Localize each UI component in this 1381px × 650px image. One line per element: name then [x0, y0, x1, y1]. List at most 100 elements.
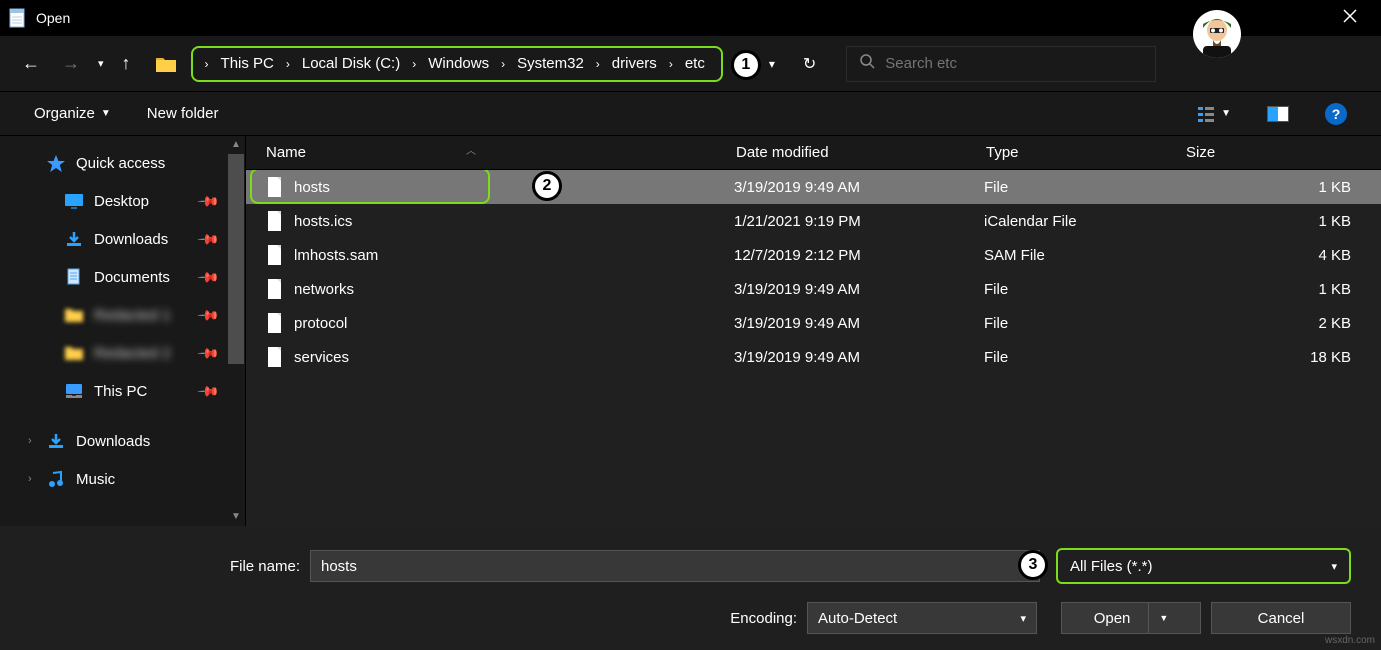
downloads-icon: [64, 230, 84, 248]
sidebar-item-redacted[interactable]: Redacted 1 📌: [0, 296, 245, 334]
crumb-windows[interactable]: Windows: [422, 53, 495, 74]
file-date: 12/7/2019 2:12 PM: [734, 247, 984, 264]
this-pc-icon: [64, 382, 84, 400]
col-type[interactable]: Type: [986, 144, 1186, 161]
new-folder-button[interactable]: New folder: [147, 105, 219, 122]
sidebar-quick-access[interactable]: Quick access: [0, 144, 245, 182]
file-type: File: [984, 315, 1184, 332]
file-size: 1 KB: [1184, 281, 1381, 298]
sidebar-item-desktop[interactable]: Desktop 📌: [0, 182, 245, 220]
scroll-thumb[interactable]: [228, 154, 244, 364]
folder-icon: [64, 306, 84, 324]
file-row[interactable]: hosts3/19/2019 9:49 AMFile1 KB2: [246, 170, 1381, 204]
chevron-right-icon: ›: [410, 57, 418, 71]
chevron-down-icon: ▾: [1020, 612, 1026, 625]
file-icon: [266, 346, 284, 368]
sidebar-label: Redacted 2: [94, 345, 171, 362]
crumb-system32[interactable]: System32: [511, 53, 590, 74]
file-type: File: [984, 179, 1184, 196]
annotation-2: 2: [532, 171, 562, 201]
file-list: hosts3/19/2019 9:49 AMFile1 KB2hosts.ics…: [246, 170, 1381, 526]
filter-value: All Files (*.*): [1070, 558, 1153, 575]
sidebar-section-downloads[interactable]: › Downloads: [0, 422, 245, 460]
file-row[interactable]: services3/19/2019 9:49 AMFile18 KB: [246, 340, 1381, 374]
view-icon: [1197, 105, 1215, 123]
col-name[interactable]: Name︿: [266, 144, 736, 161]
file-type: SAM File: [984, 247, 1184, 264]
view-options[interactable]: ▼: [1197, 105, 1231, 123]
sidebar-section-music[interactable]: › Music: [0, 460, 245, 498]
window-title: Open: [36, 10, 70, 26]
toolbar: Organize ▼ New folder ▼ ?: [0, 92, 1381, 136]
file-icon: [266, 176, 284, 198]
file-size: 1 KB: [1184, 179, 1381, 196]
col-date[interactable]: Date modified: [736, 144, 986, 161]
chevron-down-icon: ▼: [1221, 108, 1231, 119]
sidebar-scrollbar[interactable]: ▲ ▼: [227, 136, 245, 526]
help-button[interactable]: ?: [1325, 103, 1347, 125]
sidebar-item-redacted[interactable]: Redacted 2 📌: [0, 334, 245, 372]
encoding-value: Auto-Detect: [818, 610, 897, 627]
sidebar-label: Downloads: [76, 433, 150, 450]
scroll-up-icon[interactable]: ▲: [227, 136, 245, 154]
file-row[interactable]: lmhosts.sam12/7/2019 2:12 PMSAM File4 KB: [246, 238, 1381, 272]
col-size[interactable]: Size: [1186, 144, 1381, 161]
file-row[interactable]: networks3/19/2019 9:49 AMFile1 KB: [246, 272, 1381, 306]
avatar-icon: [1193, 10, 1241, 58]
downloads-icon: [46, 432, 66, 450]
organize-menu[interactable]: Organize ▼: [34, 105, 111, 122]
open-split-dropdown[interactable]: ▼: [1148, 603, 1168, 633]
file-name: networks: [294, 281, 734, 298]
file-date: 3/19/2019 9:49 AM: [734, 315, 984, 332]
chevron-right-icon: ›: [284, 57, 292, 71]
scroll-down-icon[interactable]: ▼: [227, 508, 245, 526]
address-dropdown[interactable]: ▾: [761, 53, 783, 75]
sidebar-label: Redacted 1: [94, 307, 171, 324]
encoding-label: Encoding:: [730, 610, 797, 627]
file-icon: [266, 312, 284, 334]
file-name: protocol: [294, 315, 734, 332]
refresh-button[interactable]: ↻: [793, 50, 826, 78]
file-size: 18 KB: [1184, 349, 1381, 366]
search-box[interactable]: [846, 46, 1156, 82]
file-row[interactable]: hosts.ics1/21/2021 9:19 PMiCalendar File…: [246, 204, 1381, 238]
chevron-right-icon: ›: [594, 57, 602, 71]
music-icon: [46, 470, 66, 488]
cancel-button[interactable]: Cancel: [1211, 602, 1351, 634]
back-button[interactable]: ←: [16, 49, 46, 78]
file-row[interactable]: protocol3/19/2019 9:49 AMFile2 KB: [246, 306, 1381, 340]
search-icon: [859, 53, 875, 74]
forward-button[interactable]: →: [56, 49, 86, 78]
crumb-this-pc[interactable]: This PC: [215, 53, 280, 74]
open-button[interactable]: Open ▼: [1061, 602, 1201, 634]
close-button[interactable]: [1327, 1, 1373, 36]
crumb-local-disk[interactable]: Local Disk (C:): [296, 53, 406, 74]
sidebar-item-this-pc[interactable]: This PC 📌: [0, 372, 245, 410]
file-icon: [266, 244, 284, 266]
file-name: services: [294, 349, 734, 366]
breadcrumb[interactable]: › This PC › Local Disk (C:) › Windows › …: [191, 46, 723, 82]
crumb-etc[interactable]: etc: [679, 53, 711, 74]
desktop-icon: [64, 192, 84, 210]
sidebar-label: This PC: [94, 383, 147, 400]
crumb-drivers[interactable]: drivers: [606, 53, 663, 74]
sort-indicator-icon: ︿: [466, 142, 476, 157]
preview-pane-button[interactable]: [1267, 106, 1289, 122]
sidebar-label: Desktop: [94, 193, 149, 210]
file-type: File: [984, 349, 1184, 366]
file-icon: [266, 278, 284, 300]
file-name: hosts: [294, 179, 734, 196]
file-type: iCalendar File: [984, 213, 1184, 230]
sidebar-item-documents[interactable]: Documents 📌: [0, 258, 245, 296]
folder-icon: [64, 344, 84, 362]
encoding-select[interactable]: Auto-Detect ▾: [807, 602, 1037, 634]
filename-input[interactable]: [310, 550, 1040, 582]
sidebar-label: Downloads: [94, 231, 168, 248]
sidebar-item-downloads[interactable]: Downloads 📌: [0, 220, 245, 258]
search-input[interactable]: [885, 55, 1143, 72]
up-button[interactable]: ↑: [116, 49, 137, 78]
sidebar-label: Music: [76, 471, 115, 488]
file-name: lmhosts.sam: [294, 247, 734, 264]
file-type-filter[interactable]: All Files (*.*) ▾: [1056, 548, 1351, 584]
history-dropdown[interactable]: ▾: [96, 57, 106, 70]
